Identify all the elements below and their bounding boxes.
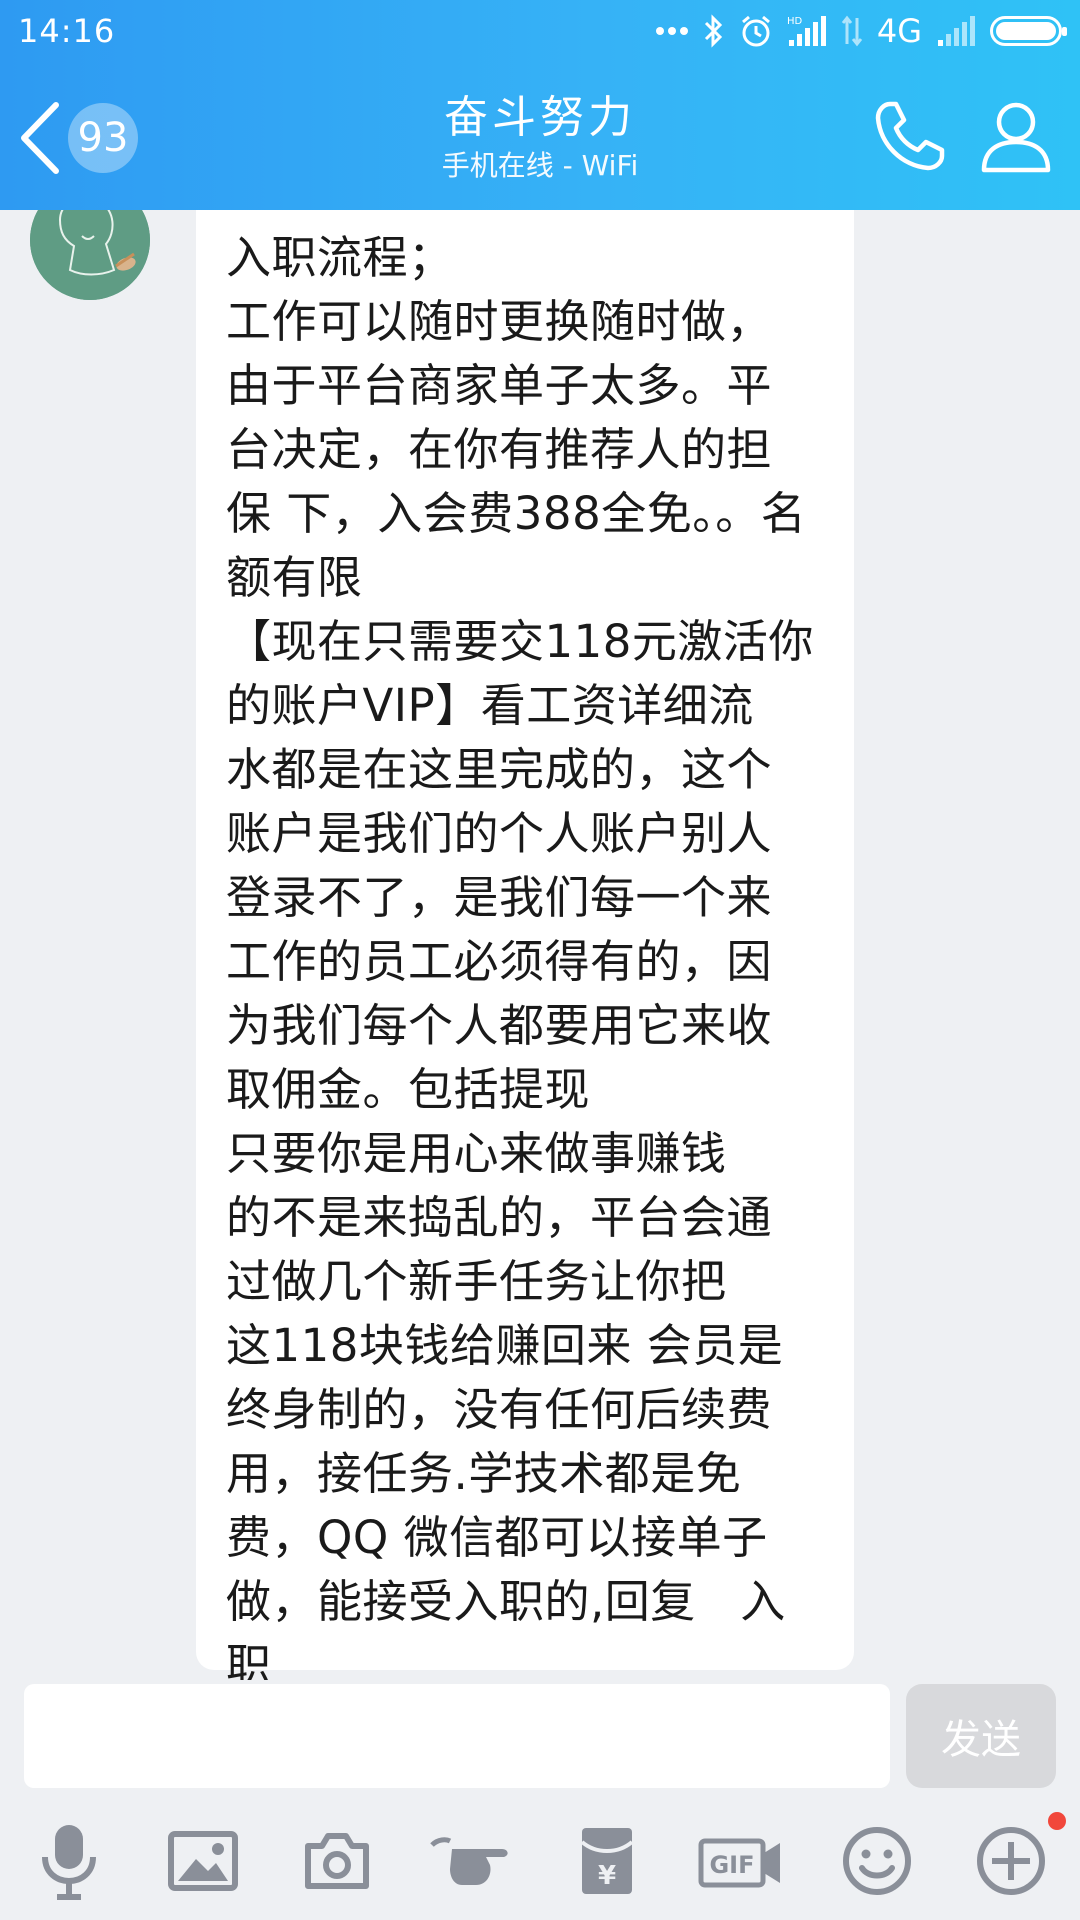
bluetooth-icon	[704, 14, 722, 48]
network-type: 4G	[876, 12, 922, 50]
message-text: 入职流程； 工作可以随时更换随时做， 由于平台商家单子太多。平 台决定，在你有推…	[226, 231, 814, 1680]
status-time: 14:16	[18, 12, 116, 50]
message-list[interactable]: 入职流程； 工作可以随时更换随时做， 由于平台商家单子太多。平 台决定，在你有推…	[0, 210, 1080, 1680]
signal-icon	[938, 16, 975, 46]
poke-button[interactable]	[428, 1816, 518, 1906]
message-input[interactable]	[24, 1684, 890, 1788]
profile-icon[interactable]	[980, 98, 1052, 174]
plus-circle-icon	[977, 1827, 1045, 1895]
chevron-left-icon	[21, 102, 59, 174]
camera-button[interactable]	[292, 1816, 382, 1906]
data-arrows-icon	[841, 15, 863, 47]
back-button[interactable]: 93	[18, 98, 148, 178]
gif-icon: GIF	[698, 1838, 780, 1888]
hd-signal-icon: HD	[787, 16, 826, 46]
battery-icon	[990, 16, 1067, 46]
smiley-icon	[843, 1827, 911, 1895]
title-bar: 93 奋斗努力 手机在线 - WiFi	[0, 62, 1080, 210]
message-bubble[interactable]: 入职流程； 工作可以随时更换随时做， 由于平台商家单子太多。平 台决定，在你有推…	[196, 210, 854, 1680]
media-toolbar: ¥ GIF	[0, 1800, 1080, 1920]
online-status: 手机在线 - WiFi	[441, 149, 639, 182]
red-packet-icon: ¥	[580, 1828, 634, 1894]
status-bar: 14:16 HD 4G	[0, 0, 1080, 62]
svg-text:¥: ¥	[598, 1861, 616, 1891]
chat-header: 14:16 HD 4G 93 奋斗努力 手机在线 - WiFi	[0, 0, 1080, 210]
image-icon	[168, 1831, 238, 1891]
svg-text:HD: HD	[787, 16, 803, 27]
emoji-button[interactable]	[832, 1816, 922, 1906]
notification-dot	[1048, 1812, 1066, 1830]
red-packet-button[interactable]: ¥	[562, 1816, 652, 1906]
gif-button[interactable]: GIF	[696, 1816, 786, 1906]
send-button[interactable]: 发送	[906, 1684, 1056, 1788]
status-icons: HD 4G	[655, 12, 1067, 50]
contact-avatar[interactable]	[30, 210, 150, 300]
chat-title-block: 奋斗努力 手机在线 - WiFi	[290, 90, 790, 186]
input-bar: 发送	[0, 1680, 1080, 1790]
poke-hand-icon	[430, 1837, 508, 1885]
gif-label: GIF	[709, 1851, 754, 1879]
microphone-icon	[42, 1825, 96, 1900]
camera-icon	[305, 1833, 369, 1889]
voice-button[interactable]	[24, 1816, 114, 1906]
phone-icon[interactable]	[872, 98, 948, 174]
image-button[interactable]	[158, 1816, 248, 1906]
more-dots-icon	[655, 27, 688, 35]
chat-title: 奋斗努力	[444, 92, 636, 143]
more-button[interactable]	[966, 1816, 1056, 1906]
unread-badge: 93	[68, 103, 138, 173]
alarm-icon	[741, 15, 770, 47]
avatar-image	[30, 210, 150, 300]
